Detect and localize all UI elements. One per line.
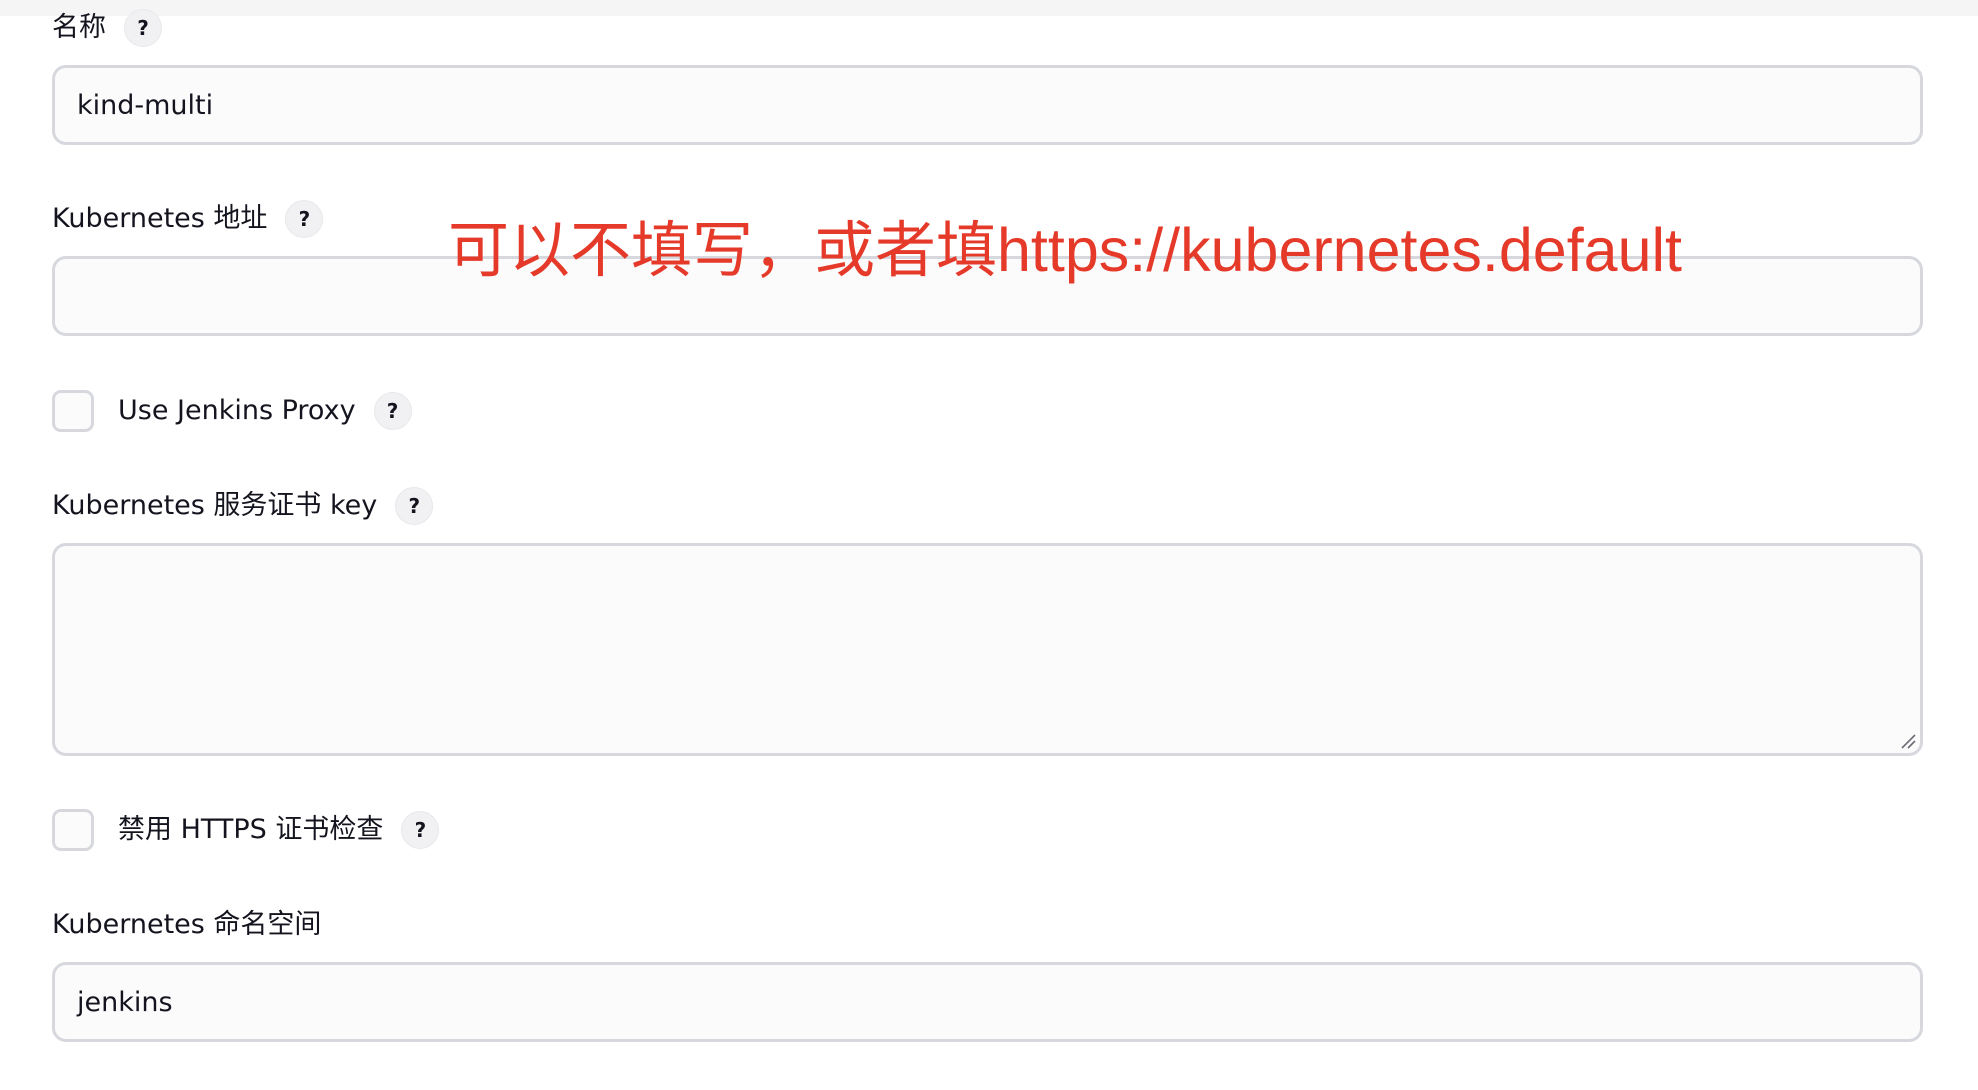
annotation-text: 可以不填写，或者填https://kubernetes.default bbox=[448, 216, 1682, 284]
k8s-url-label: Kubernetes 地址 bbox=[52, 203, 268, 234]
namespace-input-value: jenkins bbox=[77, 986, 173, 1018]
jenkins-proxy-row: Use Jenkins Proxy ? bbox=[52, 389, 412, 433]
disable-https-row: 禁用 HTTPS 证书检查 ? bbox=[52, 808, 440, 852]
jenkins-proxy-checkbox[interactable] bbox=[52, 390, 94, 432]
server-cert-textarea[interactable] bbox=[52, 543, 1923, 756]
jenkins-proxy-help-icon[interactable]: ? bbox=[373, 392, 412, 430]
k8s-url-label-row: Kubernetes 地址 ? bbox=[52, 199, 324, 239]
namespace-input[interactable]: jenkins bbox=[52, 962, 1923, 1042]
k8s-url-help-icon[interactable]: ? bbox=[285, 200, 324, 238]
disable-https-label: 禁用 HTTPS 证书检查 bbox=[118, 814, 384, 845]
server-cert-label-row: Kubernetes 服务证书 key ? bbox=[52, 486, 434, 526]
jenkins-proxy-label: Use Jenkins Proxy bbox=[118, 395, 356, 426]
server-cert-help-icon[interactable]: ? bbox=[395, 487, 434, 525]
namespace-label-row: Kubernetes 命名空间 bbox=[52, 905, 321, 945]
namespace-label: Kubernetes 命名空间 bbox=[52, 909, 322, 940]
resize-grip-icon[interactable] bbox=[1900, 733, 1916, 749]
disable-https-checkbox[interactable] bbox=[52, 809, 94, 851]
top-bar bbox=[0, 0, 1978, 16]
name-label-row: 名称 ? bbox=[52, 8, 162, 48]
server-cert-label: Kubernetes 服务证书 key bbox=[52, 490, 378, 521]
name-input[interactable]: kind-multi bbox=[52, 65, 1923, 145]
name-label: 名称 bbox=[52, 12, 106, 43]
name-help-icon[interactable]: ? bbox=[124, 9, 162, 47]
name-input-value: kind-multi bbox=[77, 89, 214, 121]
disable-https-help-icon[interactable]: ? bbox=[401, 811, 440, 849]
